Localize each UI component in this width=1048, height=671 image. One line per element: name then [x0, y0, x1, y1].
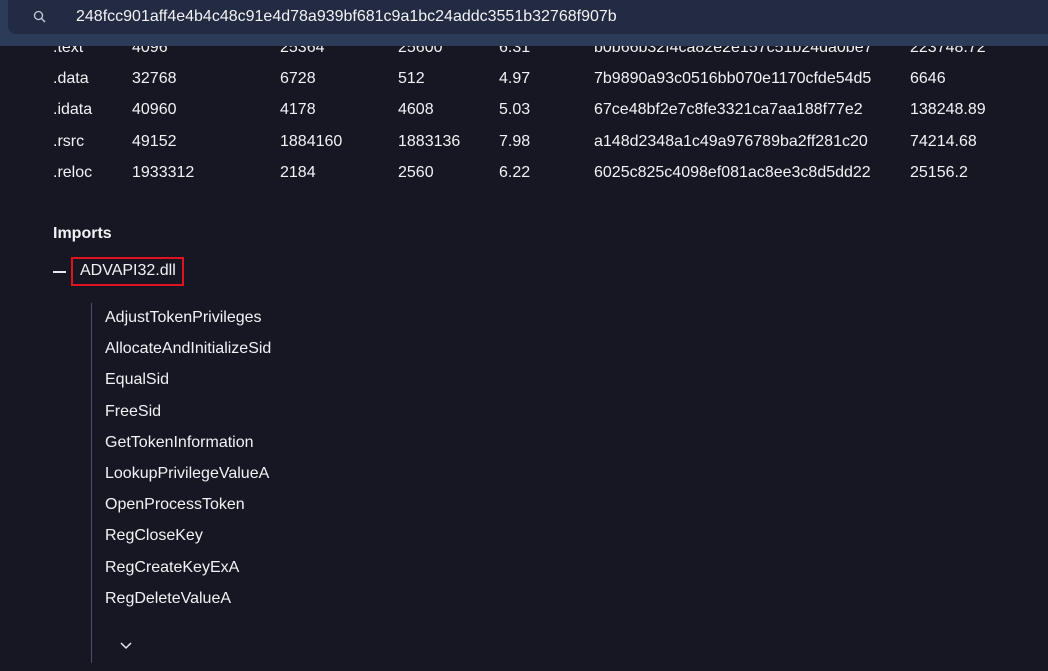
chevron-down-icon[interactable]: [119, 641, 133, 651]
section-cell: 1884160: [280, 132, 343, 150]
section-cell: 6025c825c4098ef081ac8ee3c8d5dd22: [594, 163, 871, 181]
import-function: RegCreateKeyExA: [105, 558, 240, 576]
import-function: OpenProcessToken: [105, 496, 245, 514]
sections-table: .text 4096 25364 25600 6.31 b0b66b32f4ca82e2e…: [53, 32, 986, 188]
import-function: AdjustTokenPrivileges: [105, 309, 262, 326]
import-function: GetTokenInformation: [105, 433, 254, 451]
section-cell: 7.98: [499, 132, 531, 150]
section-row: .data 32768 6728 512 4.97 7b9890a93c0516bb070…: [53, 63, 986, 94]
import-function: AllocateAndInitializeSid: [105, 340, 272, 358]
section-cell: a148d2348a1c49a976789ba2ff281c20: [594, 132, 868, 150]
section-cell: 25156.2: [910, 163, 968, 181]
imports-heading: Imports: [53, 225, 112, 242]
dll-name[interactable]: ADVAPI32.dll: [71, 257, 184, 286]
section-cell: 4178: [280, 101, 316, 119]
import-function: LookupPrivilegeValueA: [105, 465, 270, 482]
section-cell: 2184: [280, 163, 316, 181]
section-cell: 4.97: [499, 69, 531, 87]
import-function: EqualSid: [105, 371, 170, 389]
section-cell: 5.03: [499, 101, 531, 119]
section-cell: 6646: [910, 69, 946, 87]
section-cell: 40960: [132, 101, 177, 119]
function-list: AdjustTokenPrivileges AllocateAndInitiali…: [91, 303, 271, 663]
import-function: FreeSid: [105, 402, 162, 420]
search-header: [0, 0, 1048, 46]
section-cell: 6.22: [499, 163, 531, 181]
section-cell: 512: [398, 69, 425, 87]
dll-item[interactable]: ADVAPI32.dll: [53, 257, 184, 286]
section-row: .reloc 1933312 2184 2560 6.22 6025c825c4098ef…: [53, 157, 986, 188]
import-function: RegCloseKey: [105, 527, 203, 545]
search-bar: [8, 0, 1048, 34]
section-cell: 74214.68: [910, 132, 977, 150]
section-cell: 1933312: [132, 163, 195, 181]
search-input[interactable]: [76, 6, 976, 28]
section-cell: 67ce48bf2e7c8fe3321ca7aa188f77e2: [594, 101, 863, 119]
section-row: .rsrc 49152 1884160 1883136 7.98 a148d2348a1c…: [53, 126, 986, 157]
import-function: RegDeleteValueA: [105, 589, 232, 607]
section-cell: 49152: [132, 132, 177, 150]
section-cell: 32768: [132, 69, 177, 87]
section-cell: 7b9890a93c0516bb070e1170cfde54d5: [594, 69, 872, 87]
search-icon: [33, 10, 46, 23]
section-row: .idata 40960 4178 4608 5.03 67ce48bf2e7c8fe33…: [53, 95, 986, 126]
section-cell: .rsrc: [53, 132, 85, 150]
section-cell: .idata: [53, 101, 93, 119]
section-cell: 4608: [398, 101, 434, 119]
section-cell: 138248.89: [910, 101, 986, 119]
section-cell: 1883136: [398, 132, 461, 150]
section-cell: 2560: [398, 163, 434, 181]
collapse-icon[interactable]: [53, 270, 66, 273]
section-cell: 6728: [280, 69, 316, 87]
section-cell: .reloc: [53, 163, 93, 181]
section-cell: .data: [53, 69, 89, 87]
